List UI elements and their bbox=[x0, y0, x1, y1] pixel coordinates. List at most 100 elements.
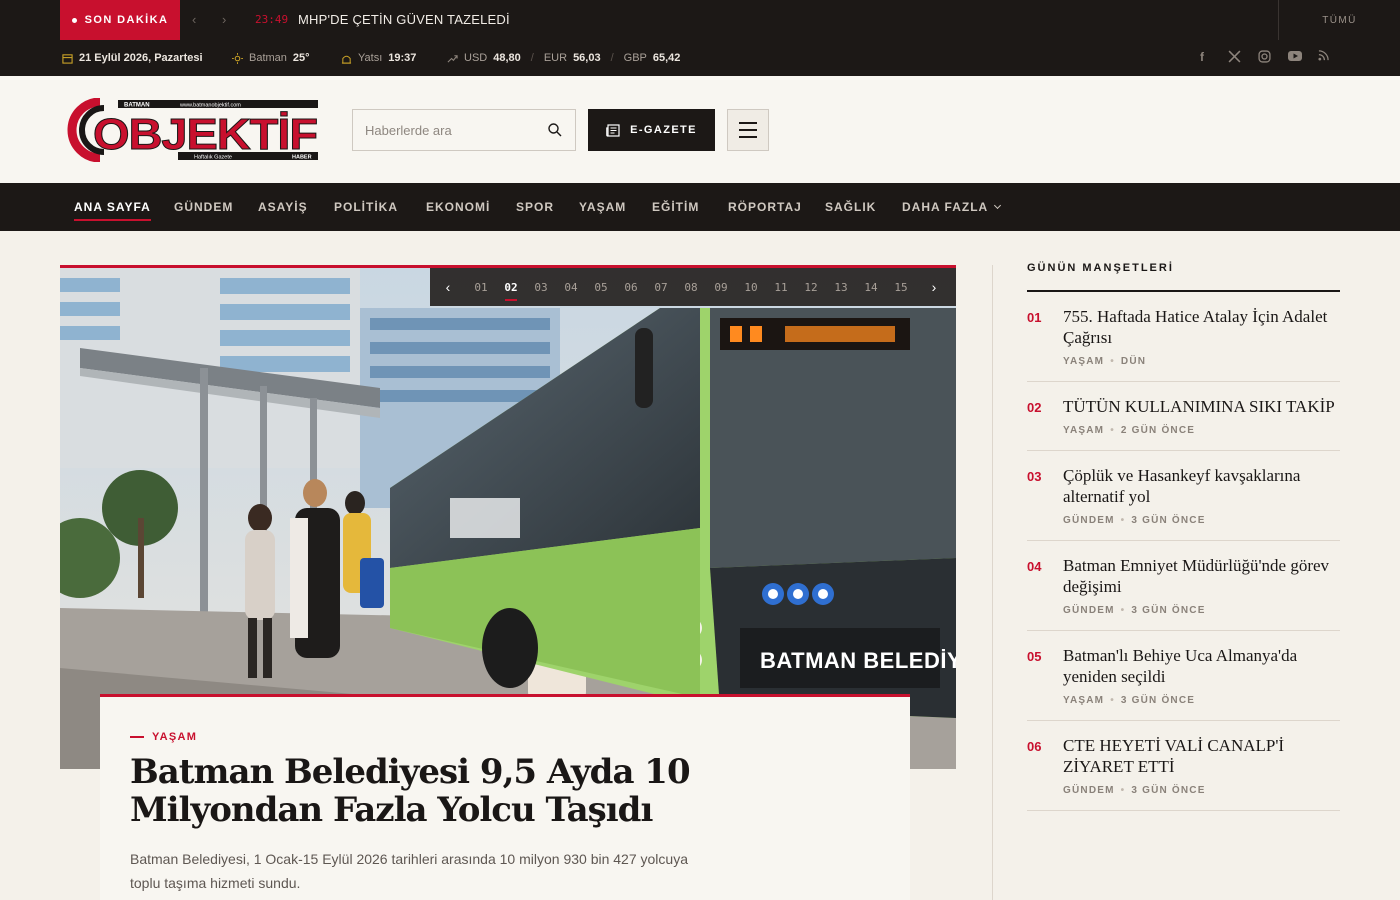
pager-item[interactable]: 01 bbox=[466, 281, 496, 294]
pager-item-active[interactable]: 02 bbox=[496, 281, 526, 301]
headline-category[interactable]: YAŞAM bbox=[1063, 425, 1104, 436]
instagram-icon[interactable] bbox=[1258, 50, 1271, 66]
headline-title[interactable]: Çöplük ve Hasankeyf kavşaklarına alterna… bbox=[1063, 465, 1340, 507]
headline-title[interactable]: Batman Emniyet Müdürlüğü'nde görev değiş… bbox=[1063, 555, 1340, 597]
currency-separator: / bbox=[610, 52, 614, 64]
meta-dot: • bbox=[1120, 785, 1126, 796]
objektif-logo[interactable]: BATMAN www.batmanobjektif.com OBJEKTİF H… bbox=[60, 98, 318, 162]
nav-item-home[interactable]: ANA SAYFA bbox=[74, 200, 151, 221]
hamburger-menu-button[interactable] bbox=[727, 109, 769, 151]
youtube-icon[interactable] bbox=[1288, 50, 1302, 65]
headline-title[interactable]: Batman'lı Behiye Uca Almanya'da yeniden … bbox=[1063, 645, 1340, 687]
nav-item-more-label: DAHA FAZLA bbox=[902, 200, 989, 214]
nav-item-yasam[interactable]: YAŞAM bbox=[579, 200, 626, 214]
headline-category[interactable]: GÜNDEM bbox=[1063, 785, 1115, 796]
meta-dot: • bbox=[1120, 515, 1126, 526]
daily-headlines: GÜNÜN MANŞETLERİ 01 755. Haftada Hatice … bbox=[1027, 262, 1340, 811]
all-news-link[interactable]: TÜMÜ bbox=[1278, 0, 1400, 40]
headline-category[interactable]: YAŞAM bbox=[1063, 356, 1104, 367]
headline-item[interactable]: 04 Batman Emniyet Müdürlüğü'nde görev de… bbox=[1027, 541, 1340, 631]
chevron-down-icon bbox=[994, 201, 1002, 210]
headline-item[interactable]: 06 CTE HEYETİ VALİ CANALP'İ ZİYARET ETTİ… bbox=[1027, 721, 1340, 811]
ticker-headline[interactable]: MHP'DE ÇETİN GÜVEN TAZELEDİ bbox=[298, 12, 510, 27]
pager-item[interactable]: 10 bbox=[736, 281, 766, 294]
search-input[interactable] bbox=[353, 110, 533, 150]
prayer-label: Yatsı bbox=[358, 52, 383, 64]
egazete-button[interactable]: E-GAZETE bbox=[588, 109, 715, 151]
nav-item-spor[interactable]: SPOR bbox=[516, 200, 554, 214]
headline-title[interactable]: 755. Haftada Hatice Atalay İçin Adalet Ç… bbox=[1063, 306, 1340, 348]
currency-info: USD 48,80 / EUR 56,03 / GBP 65,42 bbox=[447, 52, 680, 64]
rss-icon[interactable] bbox=[1318, 50, 1329, 64]
headline-title[interactable]: CTE HEYETİ VALİ CANALP'İ ZİYARET ETTİ bbox=[1063, 735, 1340, 777]
facebook-icon[interactable]: f bbox=[1200, 50, 1204, 64]
breaking-news-row: SON DAKİKA ‹ › 23:49 MHP'DE ÇETİN GÜVEN … bbox=[0, 0, 1400, 40]
menu-bar-icon bbox=[739, 136, 757, 138]
breaking-badge-label: SON DAKİKA bbox=[84, 14, 169, 26]
pager-item[interactable]: 04 bbox=[556, 281, 586, 294]
nav-item-egitim[interactable]: EĞİTİM bbox=[652, 200, 699, 214]
nav-item-gundem[interactable]: GÜNDEM bbox=[174, 200, 233, 214]
newspaper-icon bbox=[606, 123, 620, 137]
pager-item[interactable]: 09 bbox=[706, 281, 736, 294]
breaking-news-badge[interactable]: SON DAKİKA bbox=[60, 0, 180, 40]
headline-meta: GÜNDEM • 3 GÜN ÖNCE bbox=[1063, 605, 1340, 616]
pager-item[interactable]: 03 bbox=[526, 281, 556, 294]
headline-item[interactable]: 01 755. Haftada Hatice Atalay İçin Adale… bbox=[1027, 292, 1340, 382]
nav-item-more[interactable]: DAHA FAZLA bbox=[902, 200, 1002, 214]
headline-time: 3 GÜN ÖNCE bbox=[1131, 605, 1206, 616]
headline-meta: YAŞAM • DÜN bbox=[1063, 356, 1340, 367]
headline-item[interactable]: 05 Batman'lı Behiye Uca Almanya'da yenid… bbox=[1027, 631, 1340, 721]
article-category[interactable]: YAŞAM bbox=[130, 731, 880, 743]
calendar-icon bbox=[62, 53, 73, 64]
eur-label: EUR bbox=[543, 52, 568, 64]
nav-item-ekonomi[interactable]: EKONOMİ bbox=[426, 200, 490, 214]
slider-pager: ‹ 01 02 03 04 05 06 07 08 09 10 11 12 13… bbox=[430, 268, 956, 306]
headline-item[interactable]: 02 TÜTÜN KULLANIMINA SIKI TAKİP YAŞAM • 2 … bbox=[1027, 382, 1340, 451]
hero-article-card[interactable]: YAŞAM Batman Belediyesi 9,5 Ayda 10 Mily… bbox=[100, 694, 910, 900]
pager-item[interactable]: 05 bbox=[586, 281, 616, 294]
eur-rate: 56,03 bbox=[573, 52, 601, 64]
pager-item[interactable]: 13 bbox=[826, 281, 856, 294]
article-title[interactable]: Batman Belediyesi 9,5 Ayda 10 Milyondan … bbox=[130, 753, 880, 829]
headline-category[interactable]: YAŞAM bbox=[1063, 695, 1104, 706]
pager-item[interactable]: 06 bbox=[616, 281, 646, 294]
pager-item[interactable]: 07 bbox=[646, 281, 676, 294]
nav-item-roportaj[interactable]: RÖPORTAJ bbox=[728, 200, 802, 214]
slider-next-icon[interactable]: › bbox=[916, 279, 952, 295]
meta-dot: • bbox=[1110, 695, 1115, 706]
headline-meta: GÜNDEM • 3 GÜN ÖNCE bbox=[1063, 785, 1340, 796]
headline-number: 03 bbox=[1027, 469, 1042, 484]
pager-item[interactable]: 08 bbox=[676, 281, 706, 294]
headline-category[interactable]: GÜNDEM bbox=[1063, 515, 1115, 526]
slider-prev-icon[interactable]: ‹ bbox=[430, 279, 466, 295]
date-info: 21 Eylül 2026, Pazartesi bbox=[62, 52, 203, 64]
weather-info: Batman 25° bbox=[232, 52, 310, 64]
headline-category[interactable]: GÜNDEM bbox=[1063, 605, 1115, 616]
meta-dot: • bbox=[1110, 356, 1115, 367]
nav-item-saglik[interactable]: SAĞLIK bbox=[825, 200, 876, 214]
ticker-prev-icon[interactable]: ‹ bbox=[192, 12, 196, 27]
headline-item[interactable]: 03 Çöplük ve Hasankeyf kavşaklarına alte… bbox=[1027, 451, 1340, 541]
pager-item[interactable]: 15 bbox=[886, 281, 916, 294]
column-divider bbox=[992, 265, 993, 900]
live-dot-icon bbox=[71, 17, 77, 23]
egazete-label: E-GAZETE bbox=[630, 124, 697, 136]
x-twitter-icon[interactable] bbox=[1228, 50, 1241, 66]
headline-time: 2 GÜN ÖNCE bbox=[1120, 425, 1196, 436]
meta-dot: • bbox=[1110, 425, 1115, 436]
pager-item[interactable]: 14 bbox=[856, 281, 886, 294]
sidebar-title: GÜNÜN MANŞETLERİ bbox=[1027, 262, 1340, 292]
logo-bottom-right-text: HABER bbox=[292, 155, 312, 161]
weather-temp: 25° bbox=[292, 52, 310, 64]
pager-item[interactable]: 12 bbox=[796, 281, 826, 294]
search-icon[interactable] bbox=[547, 122, 563, 138]
gbp-label: GBP bbox=[623, 52, 647, 64]
ticker-next-icon[interactable]: › bbox=[222, 12, 226, 27]
headline-title[interactable]: TÜTÜN KULLANIMINA SIKI TAKİP bbox=[1063, 396, 1340, 417]
gbp-rate: 65,42 bbox=[652, 52, 681, 64]
nav-item-asayis[interactable]: ASAYİŞ bbox=[258, 200, 308, 214]
pager-item[interactable]: 11 bbox=[766, 281, 796, 294]
nav-item-politika[interactable]: POLİTİKA bbox=[334, 200, 398, 214]
trend-up-icon bbox=[447, 54, 458, 63]
